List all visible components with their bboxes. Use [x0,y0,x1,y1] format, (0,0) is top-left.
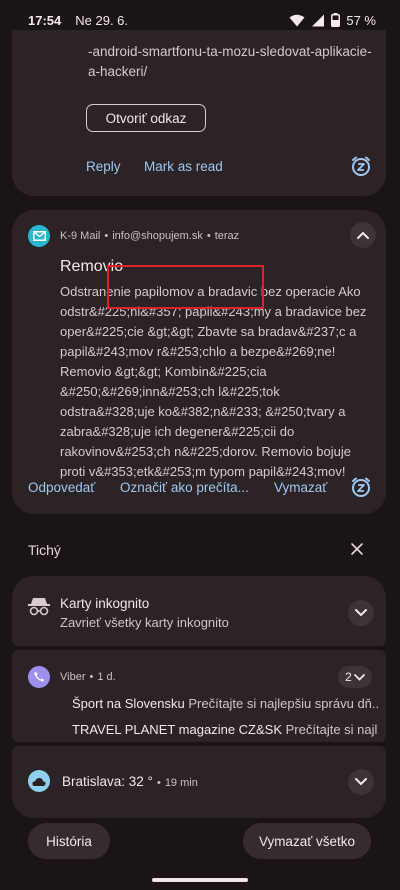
mark-as-read-mail-button[interactable]: Označiť ako prečíta... [120,480,249,495]
viber-count: 2 [345,670,352,684]
collapse-button[interactable] [350,222,376,248]
k9-mail-app-icon [28,225,50,247]
open-link-button[interactable]: Otvoriť odkaz [86,104,206,132]
mail-account: info@shopujem.sk [112,230,203,242]
battery-icon [331,13,341,27]
weather-header: Bratislava: 32 ° • 19 min [62,774,198,789]
mail-separator: • [104,230,109,242]
viber-app-name: Viber [60,671,86,683]
expand-button[interactable] [348,600,374,626]
cloud-icon [32,777,46,786]
history-button[interactable]: História [28,823,110,859]
notification-link-card[interactable]: -android-smartfonu-ta-mozu-sledovat-apli… [12,30,386,196]
incognito-title: Karty inkognito [60,596,150,611]
mail-body: Odstranenie papilomov a bradavic bez ope… [60,284,367,479]
snooze-alarm-icon[interactable] [350,476,372,498]
mail-subject: Removio [60,258,124,275]
viber-time: 1 d. [97,671,116,683]
home-gesture-bar[interactable] [152,878,248,882]
chevron-up-icon [357,231,369,239]
viber-app-icon [28,666,50,688]
status-time: 17:54 [28,12,62,28]
delete-mail-button[interactable]: Vymazať [274,480,327,495]
reply-button[interactable]: Reply [86,159,121,174]
viber-text-2: Prečítajte si najle... [285,722,378,737]
battery-level: 57 % [346,12,376,28]
expand-button[interactable] [348,769,374,795]
incognito-subtitle: Zavrieť všetky karty inkognito [60,615,229,630]
viber-count-expand[interactable]: 2 [338,666,372,688]
weather-title: Bratislava: 32 ° [62,774,153,789]
viber-header: Viber • 1 d. [60,671,116,683]
status-icons: 57 % [289,13,376,28]
signal-icon [312,14,325,26]
snooze-alarm-icon[interactable] [350,155,372,177]
incognito-icon [28,598,50,616]
mark-as-read-button[interactable]: Mark as read [144,159,223,174]
weather-notification[interactable]: Bratislava: 32 ° • 19 min [12,746,386,818]
weather-app-icon [28,770,50,792]
notification-url-text: -android-smartfonu-ta-mozu-sledovat-apli… [88,44,372,79]
notification-mail-card[interactable]: K-9 Mail • info@shopujem.sk • teraz Remo… [12,210,386,514]
chevron-down-icon [355,609,367,617]
viber-text-1: Prečítajte si najlepšiu správu dň... [188,696,378,711]
incognito-notification[interactable]: Karty inkognito Zavrieť všetky karty ink… [12,576,386,646]
mail-separator-2: • [206,230,211,242]
viber-sender-2: TRAVEL PLANET magazine CZ&SK [72,722,283,737]
mail-header: K-9 Mail • info@shopujem.sk • teraz [28,224,370,248]
close-icon[interactable] [350,542,364,556]
clear-all-button[interactable]: Vymazať všetko [243,823,371,859]
silent-section-title: Tichý [28,542,61,558]
mail-time: teraz [214,230,240,242]
mail-app-name: K-9 Mail [60,230,101,242]
status-date: Ne 29. 6. [75,12,129,28]
viber-message-2: TRAVEL PLANET magazine CZ&SK Prečítajte … [72,722,378,737]
weather-time: 19 min [164,777,198,789]
viber-sender-1: Šport na Slovensku [72,696,185,711]
weather-separator: • [156,777,161,789]
viber-separator: • [89,671,94,683]
reply-mail-button[interactable]: Odpovedať [28,480,95,495]
wifi-icon [289,14,305,26]
viber-message-1: Šport na Slovensku Prečítajte si najlepš… [72,696,378,711]
chevron-down-icon [355,778,367,786]
viber-notification[interactable]: Viber • 1 d. 2 Šport na Slovensku Prečít… [12,650,386,742]
chevron-down-icon [353,673,365,681]
